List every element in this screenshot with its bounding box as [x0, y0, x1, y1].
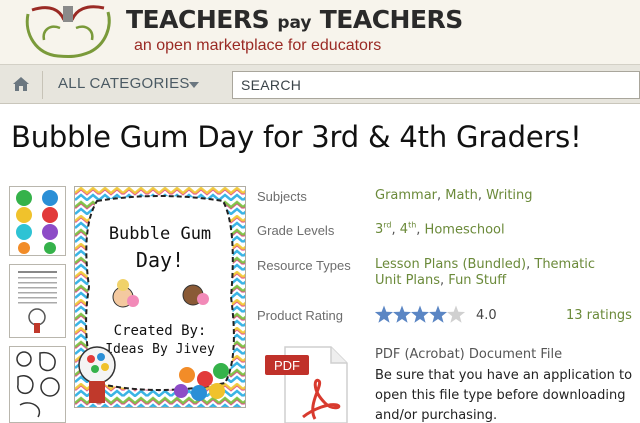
- file-type-note: Be sure that you have an application to …: [375, 368, 633, 423]
- rating-star-3: [410, 305, 430, 323]
- grade-link-4th[interactable]: 4th: [399, 221, 417, 238]
- page-title: Bubble Gum Day for 3rd & 4th Graders!: [11, 120, 582, 154]
- grade-levels-value: 3rd, 4th, Homeschool: [375, 221, 505, 238]
- cover-title-line2: Day!: [136, 248, 184, 272]
- home-icon[interactable]: [12, 76, 30, 92]
- bubble-circles-thumbnail: [16, 190, 58, 254]
- chevron-down-icon[interactable]: [189, 82, 199, 88]
- grade-link-homeschool[interactable]: Homeschool: [425, 222, 505, 237]
- file-type: PDF (Acrobat) Document File: [375, 347, 563, 362]
- grade-3-suffix: rd: [383, 221, 392, 230]
- thumbnail-1[interactable]: [9, 186, 66, 256]
- subject-link-writing[interactable]: Writing: [486, 188, 532, 203]
- resource-types-line1: Lesson Plans (Bundled), Thematic: [375, 257, 596, 272]
- thumbnail-3[interactable]: [9, 346, 66, 423]
- subjects-value: Grammar, Math, Writing: [375, 188, 533, 203]
- product-rating-label: Product Rating: [257, 308, 343, 323]
- all-categories-menu[interactable]: ALL CATEGORIES: [58, 75, 190, 92]
- ratings-count-link[interactable]: 13 ratings: [566, 308, 632, 323]
- resource-link-fun-stuff[interactable]: Fun Stuff: [448, 273, 506, 288]
- subject-link-grammar[interactable]: Grammar: [375, 188, 437, 203]
- rating-value: 4.0: [476, 308, 497, 323]
- nav-bar: ALL CATEGORIES SEARCH: [0, 64, 640, 104]
- resource-link-thematic[interactable]: Thematic: [534, 257, 595, 272]
- site-header: TEACHERS pay TEACHERS an open marketplac…: [0, 0, 640, 64]
- cover-credit-line1: Created By:: [114, 323, 207, 339]
- rating-star-2: [392, 305, 412, 323]
- apple-logo-icon[interactable]: [20, 4, 116, 60]
- rating-star-4: [428, 305, 448, 323]
- resource-types-line2: Unit Plans, Fun Stuff: [375, 273, 507, 288]
- thumbnail-2[interactable]: [9, 264, 66, 338]
- search-input[interactable]: SEARCH: [232, 71, 640, 99]
- cover-title-line1: Bubble Gum: [109, 224, 211, 244]
- worksheet-thumbnail: [18, 271, 57, 333]
- resource-link-unit-plans[interactable]: Unit Plans: [375, 273, 440, 288]
- shapes-thumbnail: [16, 351, 60, 418]
- grade-link-3rd[interactable]: 3rd: [375, 221, 392, 237]
- product-cover-illustration: Bubble Gum Day! Created By: Ideas By Jiv…: [75, 187, 245, 407]
- grade-levels-label: Grade Levels: [257, 223, 335, 238]
- brand-tagline: an open marketplace for educators: [134, 37, 382, 54]
- cover-credit-line2: Ideas By Jivey: [105, 342, 215, 357]
- nav-divider: [42, 71, 43, 99]
- pdf-file-icon: PDF: [265, 346, 348, 423]
- pdf-badge-text: PDF: [274, 358, 300, 373]
- rating-star-5: [446, 305, 466, 323]
- product-main-image[interactable]: Bubble Gum Day! Created By: Ideas By Jiv…: [74, 186, 246, 408]
- resource-link-lesson-plans[interactable]: Lesson Plans (Bundled): [375, 257, 526, 272]
- grade-4-num: 4: [399, 222, 409, 238]
- brand-title[interactable]: TEACHERS pay TEACHERS: [126, 5, 463, 34]
- brand-title-main: TEACHERS: [126, 5, 270, 34]
- subjects-label: Subjects: [257, 189, 307, 204]
- subject-link-math[interactable]: Math: [445, 188, 478, 203]
- brand-title-end: TEACHERS: [319, 5, 464, 34]
- rating-star-1: [375, 305, 394, 323]
- rating-stars: [375, 305, 466, 323]
- brand-title-pay: pay: [277, 13, 312, 33]
- resource-types-label: Resource Types: [257, 258, 351, 273]
